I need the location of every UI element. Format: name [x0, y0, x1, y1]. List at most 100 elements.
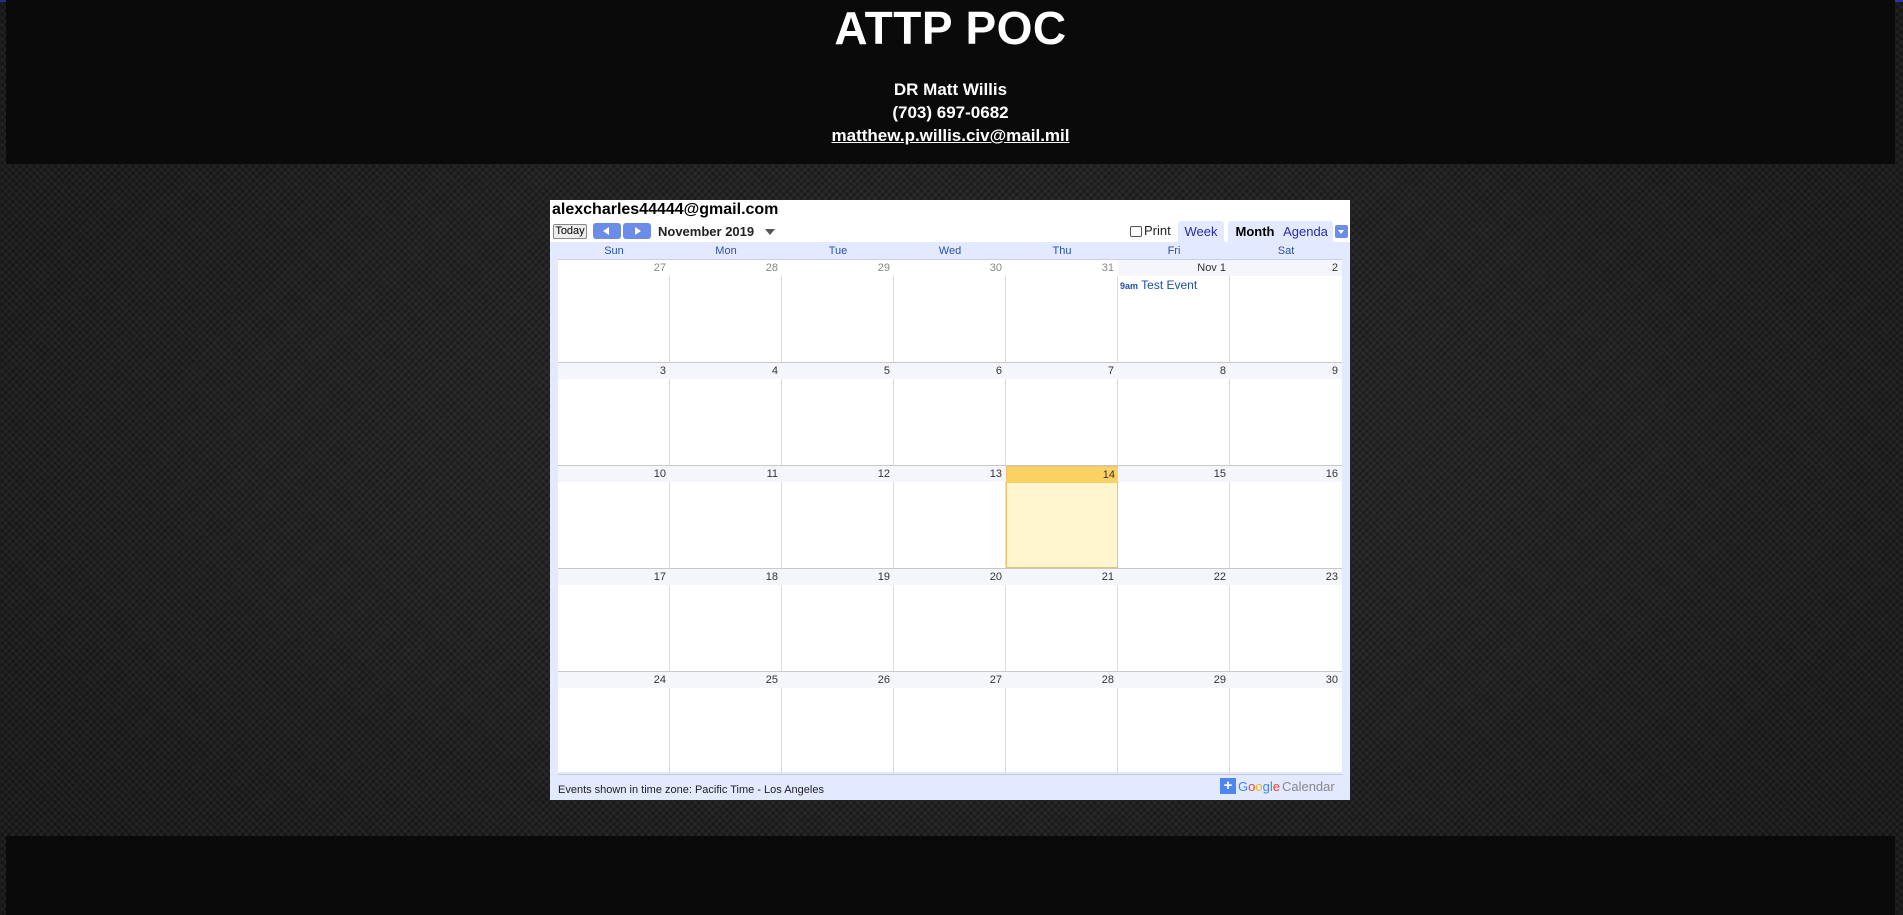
- previous-month-button[interactable]: [593, 223, 621, 239]
- day-cell[interactable]: 16: [1230, 466, 1342, 568]
- weekday-header-row: Sun Mon Tue Wed Thu Fri Sat: [558, 244, 1342, 260]
- day-cell[interactable]: 3: [558, 363, 670, 465]
- weekday-wed: Wed: [938, 245, 962, 257]
- day-number: 11: [670, 466, 782, 482]
- day-cell[interactable]: 10: [558, 466, 670, 568]
- tab-agenda[interactable]: Agenda: [1278, 221, 1333, 242]
- weekday-mon: Mon: [715, 245, 737, 257]
- today-button[interactable]: Today: [553, 224, 587, 239]
- day-cell[interactable]: 20: [894, 569, 1006, 671]
- day-number: 24: [558, 672, 670, 688]
- day-cell[interactable]: 28: [1006, 672, 1118, 774]
- day-number: 31: [1006, 260, 1118, 276]
- day-number: 4: [670, 363, 782, 379]
- day-number: 30: [1230, 672, 1342, 688]
- today-cell[interactable]: 14: [1006, 466, 1119, 568]
- week-row: 10 11 12 13 14 15 16: [558, 466, 1342, 569]
- day-number: 25: [670, 672, 782, 688]
- calendar-event[interactable]: 9am Test Event: [1120, 278, 1197, 292]
- day-number: 30: [894, 260, 1006, 276]
- printer-icon: [1130, 226, 1142, 237]
- calendar-embed: alexcharles44444@gmail.com Today Novembe…: [550, 200, 1350, 800]
- day-cell[interactable]: 8: [1118, 363, 1230, 465]
- view-dropdown-icon[interactable]: [1335, 225, 1348, 238]
- day-cell[interactable]: 7: [1006, 363, 1118, 465]
- day-number: 23: [1230, 569, 1342, 585]
- day-cell[interactable]: 2: [1230, 260, 1342, 362]
- chevron-left-icon: [603, 227, 609, 235]
- day-number: 13: [894, 466, 1006, 482]
- day-cell[interactable]: 21: [1006, 569, 1118, 671]
- day-number: Nov 1: [1118, 260, 1230, 276]
- day-number: 15: [1118, 466, 1230, 482]
- day-number: 21: [1006, 569, 1118, 585]
- day-cell[interactable]: 30: [1230, 672, 1342, 774]
- day-cell[interactable]: 27: [558, 260, 670, 362]
- day-number: 16: [1230, 466, 1342, 482]
- day-cell[interactable]: 26: [782, 672, 894, 774]
- day-cell[interactable]: 6: [894, 363, 1006, 465]
- day-cell[interactable]: 15: [1118, 466, 1230, 568]
- day-cell[interactable]: 17: [558, 569, 670, 671]
- weekday-tue: Tue: [828, 245, 848, 257]
- day-cell[interactable]: 19: [782, 569, 894, 671]
- month-dropdown-icon[interactable]: [765, 229, 775, 235]
- day-number: 8: [1118, 363, 1230, 379]
- day-number: 28: [1006, 672, 1118, 688]
- page-title: ATTP POC: [834, 2, 1067, 54]
- day-cell[interactable]: 25: [670, 672, 782, 774]
- day-number: 18: [670, 569, 782, 585]
- day-number: 28: [670, 260, 782, 276]
- weekday-thu: Thu: [1052, 245, 1072, 257]
- day-number: 6: [894, 363, 1006, 379]
- week-row: 24 25 26 27 28 29 30: [558, 672, 1342, 775]
- day-cell[interactable]: 13: [894, 466, 1006, 568]
- day-number: 7: [1006, 363, 1118, 379]
- google-wordmark: Google: [1238, 779, 1280, 794]
- day-number: 10: [558, 466, 670, 482]
- contact-phone: (703) 697-0682: [892, 103, 1009, 122]
- current-month-label[interactable]: November 2019: [658, 224, 754, 239]
- contact-name: DR Matt Willis: [893, 80, 1008, 99]
- tab-week[interactable]: Week: [1178, 221, 1224, 242]
- day-cell[interactable]: 11: [670, 466, 782, 568]
- google-calendar-add-button[interactable]: + Google Calendar: [1220, 778, 1335, 796]
- day-number: 5: [782, 363, 894, 379]
- day-cell[interactable]: 5: [782, 363, 894, 465]
- footer-panel: [6, 836, 1895, 915]
- day-cell[interactable]: 31: [1006, 260, 1118, 362]
- print-button[interactable]: Print: [1130, 223, 1171, 238]
- next-month-button[interactable]: [623, 223, 651, 239]
- print-label: Print: [1144, 223, 1171, 238]
- week-row: 3 4 5 6 7 8 9: [558, 363, 1342, 466]
- day-cell[interactable]: 29: [1118, 672, 1230, 774]
- day-number: 9: [1230, 363, 1342, 379]
- tab-month[interactable]: Month: [1228, 221, 1282, 242]
- day-cell[interactable]: 29: [782, 260, 894, 362]
- weekday-sat: Sat: [1277, 245, 1295, 257]
- day-cell[interactable]: 27: [894, 672, 1006, 774]
- day-cell[interactable]: 22: [1118, 569, 1230, 671]
- day-number: 20: [894, 569, 1006, 585]
- day-number: 2: [1230, 260, 1342, 276]
- day-cell[interactable]: 28: [670, 260, 782, 362]
- day-cell[interactable]: 30: [894, 260, 1006, 362]
- day-cell[interactable]: 4: [670, 363, 782, 465]
- month-grid: Sun Mon Tue Wed Thu Fri Sat 27 28 29 30 …: [558, 244, 1342, 775]
- day-cell[interactable]: 18: [670, 569, 782, 671]
- day-number: 19: [782, 569, 894, 585]
- weekday-fri: Fri: [1167, 245, 1181, 257]
- day-cell[interactable]: 12: [782, 466, 894, 568]
- calendar-toolbar: Today November 2019 Print Week Month Age…: [550, 220, 1350, 242]
- plus-icon: +: [1220, 778, 1236, 794]
- calendar-title-bar: alexcharles44444@gmail.com: [550, 200, 1350, 220]
- day-cell[interactable]: 24: [558, 672, 670, 774]
- day-number: 22: [1118, 569, 1230, 585]
- timezone-note: Events shown in time zone: Pacific Time …: [558, 784, 824, 796]
- contact-email-link[interactable]: matthew.p.willis.civ@mail.mil: [6, 124, 1895, 147]
- day-cell[interactable]: 23: [1230, 569, 1342, 671]
- day-cell[interactable]: 9: [1230, 363, 1342, 465]
- day-number: 26: [782, 672, 894, 688]
- calendar-account-title: alexcharles44444@gmail.com: [552, 201, 779, 218]
- day-cell[interactable]: Nov 1 9am Test Event: [1118, 260, 1230, 362]
